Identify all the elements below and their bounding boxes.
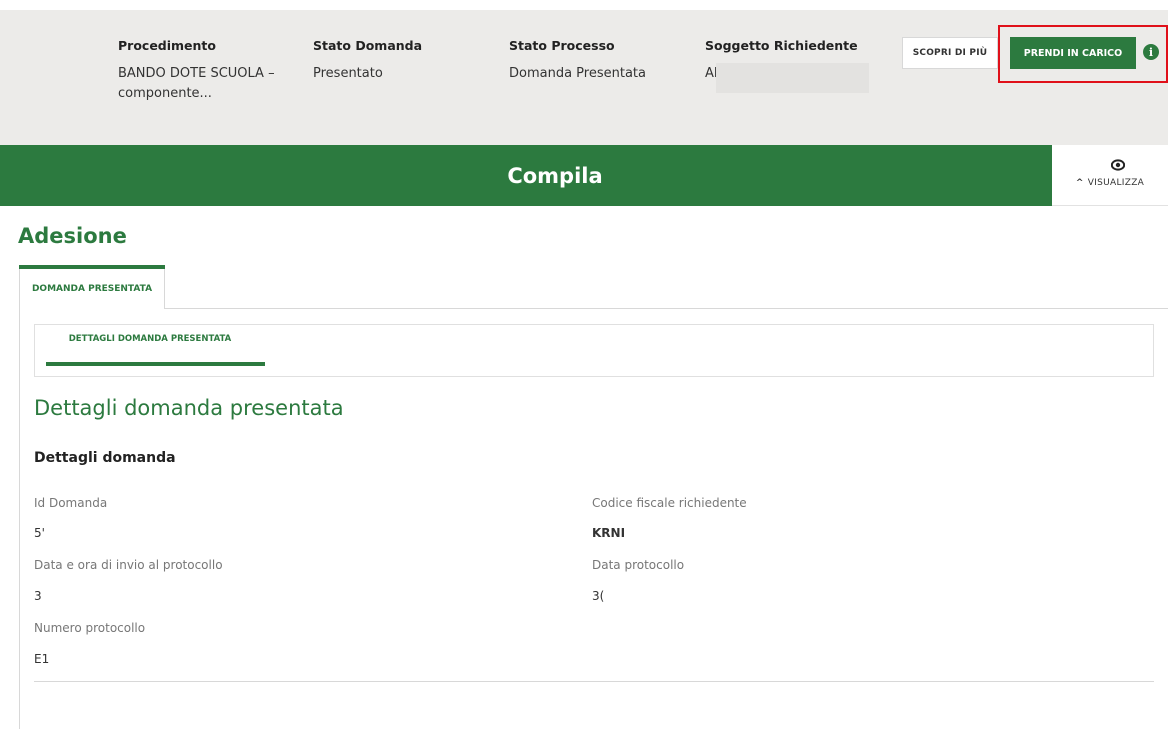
tab-dettagli-domanda-presentata[interactable]: DETTAGLI DOMANDA PRESENTATA xyxy=(46,334,254,344)
id-domanda-label: Id Domanda xyxy=(34,496,108,510)
data-invio-label: Data e ora di invio al protocollo xyxy=(34,558,223,572)
stato-domanda-label: Stato Domanda xyxy=(313,38,423,53)
redacted-applicant-name xyxy=(716,63,869,93)
procedimento-label: Procedimento xyxy=(118,38,216,53)
soggetto-richiedente-label: Soggetto Richiedente xyxy=(705,38,858,53)
visualizza-text: VISUALIZZA xyxy=(1087,178,1145,188)
id-domanda-value: 5' xyxy=(34,526,45,540)
data-protocollo-label: Data protocollo xyxy=(592,558,685,572)
data-invio-value: 3 xyxy=(34,589,42,603)
eye-icon xyxy=(1110,156,1126,175)
details-subheading: Dettagli domanda xyxy=(34,450,176,466)
visualizza-toggle[interactable] xyxy=(1052,145,1168,206)
details-heading: Dettagli domanda presentata xyxy=(34,396,344,420)
chevron-up-icon: ^ xyxy=(1075,178,1084,188)
stato-processo-value: Domanda Presentata xyxy=(509,66,646,81)
codice-fiscale-label: Codice fiscale richiedente xyxy=(592,496,747,510)
tab-domanda-presentata[interactable]: DOMANDA PRESENTATA xyxy=(19,269,165,309)
compile-title: Compila xyxy=(507,163,603,188)
inner-tab-strip xyxy=(34,324,1154,377)
procedimento-value-line2: componente... xyxy=(118,86,212,101)
inner-tab-indicator xyxy=(46,362,265,366)
scopri-di-piu-button[interactable]: SCOPRI DI PIÙ xyxy=(902,37,998,69)
highlight-annotation-box xyxy=(998,25,1168,83)
stato-processo-label: Stato Processo xyxy=(509,38,615,53)
numero-protocollo-label: Numero protocollo xyxy=(34,621,146,635)
numero-protocollo-value: E1 xyxy=(34,652,50,666)
stato-domanda-value: Presentato xyxy=(313,66,383,81)
procedimento-value-line1: BANDO DOTE SCUOLA – xyxy=(118,66,275,81)
data-protocollo-value: 3( xyxy=(592,589,605,603)
codice-fiscale-value: KRNI xyxy=(592,526,626,540)
visualizza-label[interactable]: ^ VISUALIZZA xyxy=(1052,178,1168,188)
divider xyxy=(34,681,1154,682)
section-title: Adesione xyxy=(18,224,127,248)
